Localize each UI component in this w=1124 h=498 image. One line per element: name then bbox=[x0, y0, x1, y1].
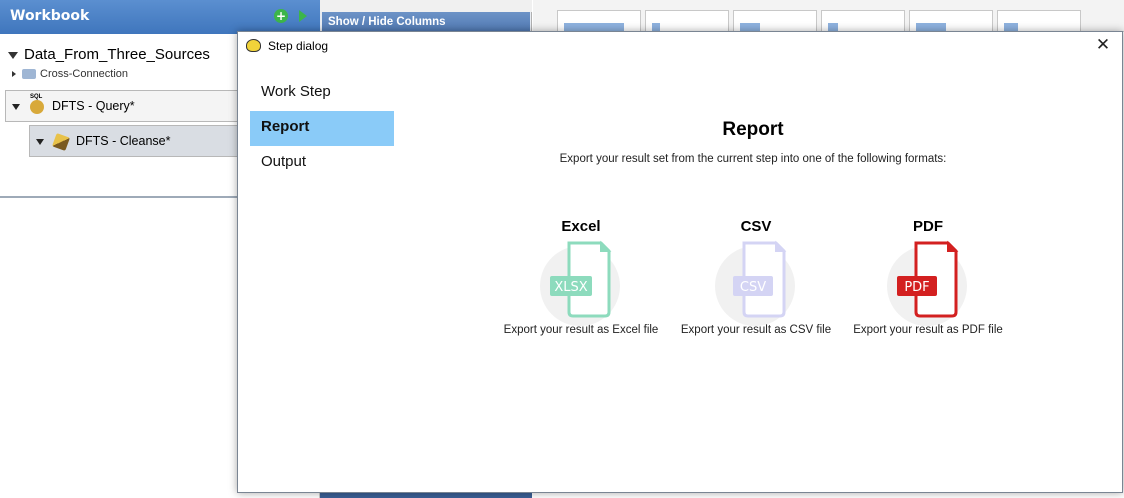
dialog-title: Step dialog bbox=[268, 39, 329, 53]
step-label: DFTS - Query* bbox=[52, 99, 135, 113]
step-dialog: Step dialog ✕ Work Step Report Output Re… bbox=[237, 31, 1123, 493]
cross-connection-icon bbox=[22, 69, 36, 80]
expand-right-icon[interactable] bbox=[12, 71, 16, 78]
tree-root-label: Data_From_Three_Sources bbox=[24, 46, 210, 63]
excel-file-icon[interactable]: XLSX bbox=[540, 240, 622, 326]
add-icon[interactable]: + bbox=[274, 9, 288, 23]
export-excel-option[interactable]: Excel XLSX Export your result as Excel f… bbox=[491, 218, 671, 336]
thumbnail[interactable] bbox=[909, 10, 993, 32]
dropdown-arrow-icon[interactable] bbox=[12, 103, 20, 110]
pdf-file-icon[interactable]: PDF bbox=[887, 240, 969, 326]
tree-sub-label: Cross-Connection bbox=[40, 68, 129, 80]
expand-down-icon[interactable] bbox=[8, 51, 18, 59]
broom-icon bbox=[52, 132, 70, 151]
thumbnail[interactable] bbox=[997, 10, 1081, 32]
thumbnail[interactable] bbox=[821, 10, 905, 32]
run-icon[interactable] bbox=[299, 10, 307, 22]
thumbnail[interactable] bbox=[645, 10, 729, 32]
page-title: Report bbox=[722, 119, 784, 140]
toolbar bbox=[320, 0, 532, 12]
sql-icon bbox=[30, 94, 44, 114]
format-label: PDF bbox=[913, 218, 943, 235]
format-label: CSV bbox=[740, 218, 772, 235]
workbook-title: Workbook bbox=[10, 8, 90, 24]
thumbnail-strip bbox=[533, 0, 1124, 32]
tree-root-node[interactable]: Data_From_Three_Sources bbox=[8, 46, 210, 63]
csv-file-icon[interactable]: CSV bbox=[715, 240, 797, 326]
tree-sub-node[interactable]: Cross-Connection bbox=[12, 68, 128, 80]
format-badge: PDF bbox=[904, 280, 929, 295]
format-badge: XLSX bbox=[554, 280, 587, 295]
workbook-header: Workbook bbox=[0, 0, 320, 34]
thumbnail[interactable] bbox=[557, 10, 641, 32]
dropdown-arrow-icon[interactable] bbox=[36, 138, 44, 145]
dialog-titlebar[interactable]: Step dialog ✕ bbox=[238, 32, 1122, 60]
step-label: DFTS - Cleanse* bbox=[76, 134, 171, 148]
export-csv-option[interactable]: CSV CSV Export your result as CSV file bbox=[666, 218, 846, 336]
export-pdf-option[interactable]: PDF PDF Export your result as PDF file bbox=[838, 218, 1018, 336]
nav-item-work-step[interactable]: Work Step bbox=[250, 76, 394, 111]
app-logo-icon bbox=[246, 39, 261, 52]
close-icon[interactable]: ✕ bbox=[1092, 34, 1114, 56]
format-label: Excel bbox=[561, 218, 601, 235]
report-description: Export your result set from the current … bbox=[559, 153, 947, 165]
format-badge: CSV bbox=[740, 280, 766, 295]
thumbnail[interactable] bbox=[733, 10, 817, 32]
